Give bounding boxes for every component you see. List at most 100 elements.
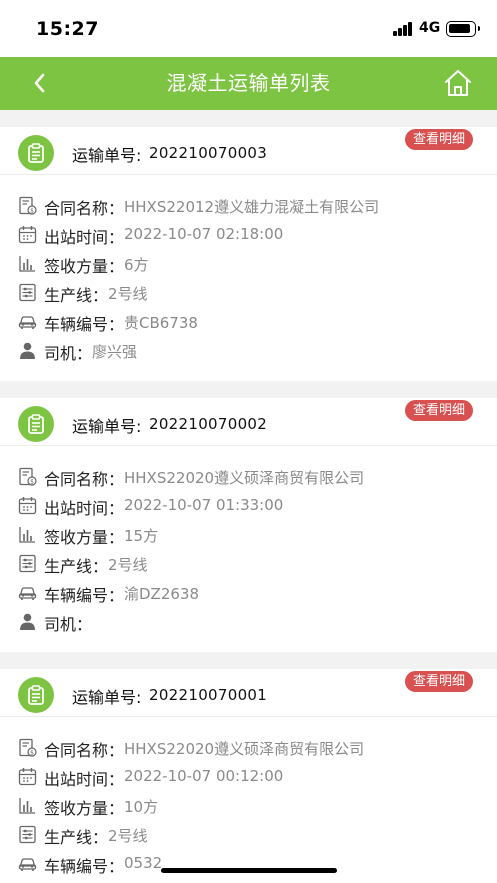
clipboard-icon xyxy=(18,135,54,171)
contract-icon: $ xyxy=(18,467,37,486)
volume-label: 签收方量： xyxy=(44,799,125,818)
car-icon xyxy=(18,312,37,331)
depart-time-value: 2022-10-07 02:18:00 xyxy=(124,225,284,243)
order-card: 运输单号: 202210070002 查看明细 $ 合同名称： HHXS22020遵义硕泽… xyxy=(0,398,497,652)
view-detail-button[interactable]: 查看明细 xyxy=(405,129,474,150)
depart-time-value: 2022-10-07 01:33:00 xyxy=(124,496,284,514)
detail-row-vehicle: 车辆编号： 0532 xyxy=(0,850,497,879)
production-line-icon xyxy=(18,283,37,302)
svg-text:$: $ xyxy=(30,208,34,215)
order-card: 运输单号: 202210070001 查看明细 $ 合同名称： HHXS22020遵义硕泽… xyxy=(0,669,497,883)
line-label: 生产线： xyxy=(44,828,109,847)
detail-row-line: 生产线： 2号线 xyxy=(0,821,497,850)
nav-bar: 混凝土运输单列表 xyxy=(0,57,497,110)
page-title: 混凝土运输单列表 xyxy=(166,71,331,95)
line-value: 2号线 xyxy=(108,556,148,574)
order-no-value: 202210070001 xyxy=(149,686,268,704)
contract-label: 合同名称： xyxy=(44,741,125,760)
detail-row-volume: 签收方量： 6方 xyxy=(0,250,497,279)
svg-text:$: $ xyxy=(30,750,34,757)
detail-row-driver: 司机： xyxy=(0,608,497,637)
signal-icon xyxy=(393,22,413,36)
home-button[interactable] xyxy=(443,68,473,98)
vehicle-label: 车辆编号： xyxy=(44,315,125,334)
detail-row-driver: 司机： 廖兴强 xyxy=(0,337,497,366)
volume-value: 6方 xyxy=(124,256,149,274)
order-no-label: 运输单号: xyxy=(72,688,142,707)
order-no-value: 202210070003 xyxy=(149,144,268,162)
bar-chart-icon xyxy=(18,796,37,815)
detail-row-depart-time: 出站时间： 2022-10-07 02:18:00 xyxy=(0,221,497,250)
detail-row-contract: $ 合同名称： HHXS22012遵义雄力混凝土有限公司 xyxy=(0,192,497,221)
contract-value: HHXS22020遵义硕泽商贸有限公司 xyxy=(124,740,365,758)
line-value: 2号线 xyxy=(108,827,148,845)
depart-time-label: 出站时间： xyxy=(44,499,125,518)
vehicle-value: 渝DZ2638 xyxy=(124,585,200,603)
driver-value: 廖兴强 xyxy=(92,343,138,361)
order-card-header: 运输单号: 202210070001 查看明细 xyxy=(0,669,497,717)
svg-text:$: $ xyxy=(30,479,34,486)
volume-label: 签收方量： xyxy=(44,257,125,276)
home-indicator xyxy=(161,868,337,873)
contract-value: HHXS22012遵义雄力混凝土有限公司 xyxy=(124,198,380,216)
detail-row-contract: $ 合同名称： HHXS22020遵义硕泽商贸有限公司 xyxy=(0,734,497,763)
depart-time-label: 出站时间： xyxy=(44,228,125,247)
production-line-icon xyxy=(18,825,37,844)
driver-label: 司机： xyxy=(44,615,93,634)
bar-chart-icon xyxy=(18,254,37,273)
view-detail-button[interactable]: 查看明细 xyxy=(405,400,474,421)
car-icon xyxy=(18,854,37,873)
battery-icon xyxy=(446,21,480,37)
back-button[interactable] xyxy=(28,69,54,97)
vehicle-value: 0532 xyxy=(124,854,163,872)
order-card: 运输单号: 202210070003 查看明细 $ 合同名称： HHXS22012遵义雄力… xyxy=(0,127,497,381)
vehicle-value: 贵CB6738 xyxy=(124,314,198,332)
order-details: $ 合同名称： HHXS22012遵义雄力混凝土有限公司出站时间： 2022-10-0… xyxy=(0,175,497,366)
detail-row-driver: 司机： xyxy=(0,879,497,883)
order-no-label: 运输单号: xyxy=(72,146,142,165)
volume-value: 15方 xyxy=(124,527,159,545)
car-icon xyxy=(18,583,37,602)
status-time: 15:27 xyxy=(36,18,99,40)
order-details: $ 合同名称： HHXS22020遵义硕泽商贸有限公司出站时间： 2022-10-07… xyxy=(0,717,497,883)
clipboard-icon xyxy=(18,406,54,442)
detail-row-volume: 签收方量： 15方 xyxy=(0,521,497,550)
contract-icon: $ xyxy=(18,196,37,215)
bar-chart-icon xyxy=(18,525,37,544)
status-bar: 15:27 4G xyxy=(0,0,497,57)
contract-label: 合同名称： xyxy=(44,199,125,218)
detail-row-contract: $ 合同名称： HHXS22020遵义硕泽商贸有限公司 xyxy=(0,463,497,492)
detail-row-volume: 签收方量： 10方 xyxy=(0,792,497,821)
order-card-header: 运输单号: 202210070003 查看明细 xyxy=(0,127,497,175)
vehicle-label: 车辆编号： xyxy=(44,586,125,605)
volume-label: 签收方量： xyxy=(44,528,125,547)
calendar-icon xyxy=(18,225,37,244)
order-no-value: 202210070002 xyxy=(149,415,268,433)
driver-label: 司机： xyxy=(44,344,93,363)
detail-row-line: 生产线： 2号线 xyxy=(0,279,497,308)
view-detail-button[interactable]: 查看明细 xyxy=(405,671,474,692)
order-details: $ 合同名称： HHXS22020遵义硕泽商贸有限公司出站时间： 2022-10-07… xyxy=(0,446,497,637)
contract-icon: $ xyxy=(18,738,37,757)
line-label: 生产线： xyxy=(44,286,109,305)
person-icon xyxy=(18,341,37,360)
detail-row-vehicle: 车辆编号： 渝DZ2638 xyxy=(0,579,497,608)
vehicle-label: 车辆编号： xyxy=(44,857,125,876)
clipboard-icon xyxy=(18,677,54,713)
detail-row-depart-time: 出站时间： 2022-10-07 01:33:00 xyxy=(0,492,497,521)
detail-row-line: 生产线： 2号线 xyxy=(0,550,497,579)
calendar-icon xyxy=(18,767,37,786)
contract-value: HHXS22020遵义硕泽商贸有限公司 xyxy=(124,469,365,487)
volume-value: 10方 xyxy=(124,798,159,816)
line-value: 2号线 xyxy=(108,285,148,303)
line-label: 生产线： xyxy=(44,557,109,576)
production-line-icon xyxy=(18,554,37,573)
contract-label: 合同名称： xyxy=(44,470,125,489)
order-card-header: 运输单号: 202210070002 查看明细 xyxy=(0,398,497,446)
depart-time-value: 2022-10-07 00:12:00 xyxy=(124,767,284,785)
depart-time-label: 出站时间： xyxy=(44,770,125,789)
detail-row-vehicle: 车辆编号： 贵CB6738 xyxy=(0,308,497,337)
order-no-label: 运输单号: xyxy=(72,417,142,436)
network-label: 4G xyxy=(419,20,441,36)
home-icon xyxy=(445,70,471,96)
